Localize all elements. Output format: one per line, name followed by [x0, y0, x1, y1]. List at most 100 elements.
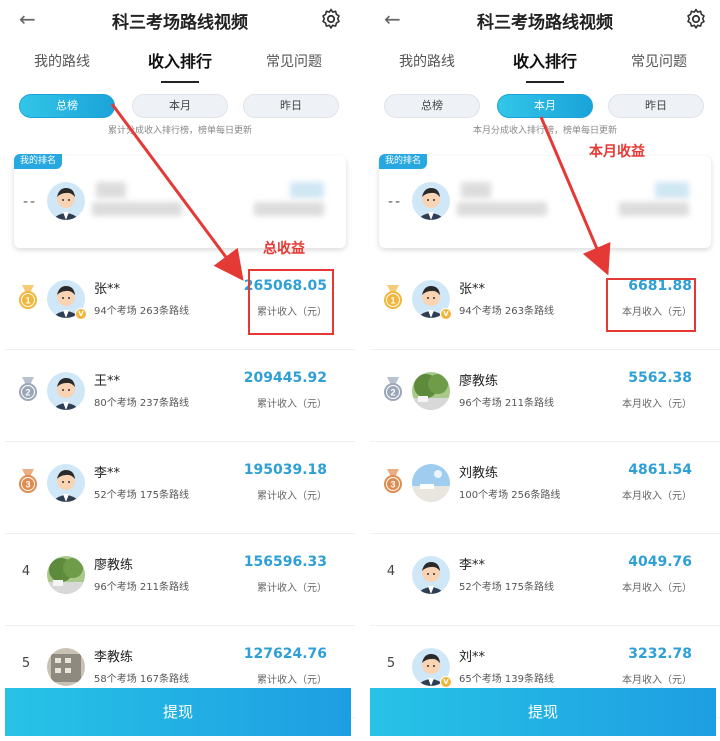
- user-avatar: [412, 464, 450, 502]
- filter-total-button[interactable]: 总榜: [19, 94, 115, 118]
- user-stats: 94个考场 263条路线: [94, 306, 189, 317]
- ranking-row[interactable]: 3 李** 52个考场 175条路线 195039.18 累计收入（元）: [5, 442, 355, 534]
- blurred-amount: [290, 182, 324, 198]
- bronze-medal-icon: 3: [17, 469, 39, 495]
- income-label: 累计收入（元）: [257, 583, 327, 594]
- tab-bar: 我的路线 收入排行 常见问题: [370, 48, 720, 84]
- income-label: 本月收入（元）: [622, 675, 692, 686]
- user-name: 李**: [459, 558, 486, 573]
- silver-medal-icon: 2: [382, 377, 404, 403]
- svg-text:1: 1: [390, 296, 395, 306]
- user-name: 王**: [94, 374, 121, 389]
- user-stats: 96个考场 211条路线: [459, 398, 554, 409]
- user-name: 张**: [94, 282, 121, 297]
- annotation-box-right: [606, 278, 696, 332]
- rank-number: 4: [21, 564, 31, 579]
- user-name: 李**: [94, 466, 121, 481]
- tab-faq[interactable]: 常见问题: [614, 48, 704, 76]
- user-name: 刘教练: [459, 466, 499, 481]
- tab-income-ranking[interactable]: 收入排行: [500, 48, 590, 83]
- user-name: 刘**: [459, 650, 486, 665]
- user-name: 廖教练: [94, 558, 134, 573]
- ranking-row[interactable]: 2 廖教练 96个考场 211条路线 5562.38 本月收入（元）: [370, 350, 720, 442]
- verified-badge-icon: V: [440, 308, 452, 320]
- svg-text:2: 2: [390, 388, 395, 398]
- income-label: 本月收入（元）: [622, 583, 692, 594]
- verified-badge-icon: V: [75, 308, 87, 320]
- svg-text:3: 3: [25, 480, 30, 490]
- withdraw-button[interactable]: 提现: [370, 688, 716, 736]
- top-bar: ← 科三考场路线视频: [370, 0, 720, 40]
- bronze-medal-icon: 3: [382, 469, 404, 495]
- my-rank-badge: 我的排名: [14, 154, 63, 169]
- rank-number: 5: [21, 656, 31, 671]
- rank-number: 5: [386, 656, 396, 671]
- user-name: 李教练: [94, 650, 134, 665]
- filter-yesterday-button[interactable]: 昨日: [243, 94, 339, 118]
- my-rank-card: 我的排名 --: [14, 154, 346, 248]
- my-rank-badge: 我的排名: [379, 154, 428, 169]
- user-stats: 94个考场 263条路线: [459, 306, 554, 317]
- user-avatar: [412, 556, 450, 594]
- income-label: 累计收入（元）: [257, 491, 327, 502]
- income-label: 本月收入（元）: [622, 399, 692, 410]
- gold-medal-icon: 1: [17, 285, 39, 311]
- user-stats: 65个考场 139条路线: [459, 674, 554, 685]
- user-stats: 80个考场 237条路线: [94, 398, 189, 409]
- gear-icon[interactable]: [684, 7, 708, 31]
- user-avatar: [47, 464, 85, 502]
- verified-badge-icon: V: [440, 676, 452, 688]
- ranking-row[interactable]: 4 李** 52个考场 175条路线 4049.76 本月收入（元）: [370, 534, 720, 626]
- tab-bar: 我的路线 收入排行 常见问题: [5, 48, 355, 84]
- income-amount: 195039.18: [243, 462, 327, 478]
- income-amount: 127624.76: [243, 646, 327, 662]
- tab-my-routes[interactable]: 我的路线: [382, 48, 472, 76]
- blurred-label: [619, 202, 689, 216]
- blurred-name: [96, 182, 126, 198]
- user-name: 张**: [459, 282, 486, 297]
- income-amount: 5562.38: [628, 370, 692, 386]
- top-bar: ← 科三考场路线视频: [5, 0, 355, 40]
- gear-icon[interactable]: [319, 7, 343, 31]
- gold-medal-icon: 1: [382, 285, 404, 311]
- income-amount: 4861.54: [628, 462, 692, 478]
- tab-faq[interactable]: 常见问题: [249, 48, 339, 76]
- income-amount: 156596.33: [243, 554, 327, 570]
- user-name: 廖教练: [459, 374, 499, 389]
- filter-month-button[interactable]: 本月: [132, 94, 228, 118]
- my-rank-card: 我的排名 --: [379, 154, 711, 248]
- period-filter: 总榜 本月 昨日: [370, 94, 720, 118]
- panel-monthly: ← 科三考场路线视频我的路线 收入排行 常见问题总榜 本月 昨日本月分成收入排行榜，榜单每…: [370, 0, 720, 741]
- my-rank-value: --: [388, 194, 403, 210]
- blurred-name: [461, 182, 491, 198]
- blurred-amount: [655, 182, 689, 198]
- blurred-info: [457, 202, 547, 216]
- annotation-label-right: 本月收益: [589, 144, 645, 160]
- ranking-note: 本月分成收入排行榜，榜单每日更新: [472, 126, 617, 136]
- page-title: 科三考场路线视频: [112, 13, 248, 33]
- user-stats: 52个考场 175条路线: [94, 490, 189, 501]
- tab-my-routes[interactable]: 我的路线: [17, 48, 107, 76]
- income-amount: 3232.78: [628, 646, 692, 662]
- user-avatar: [412, 372, 450, 410]
- ranking-note: 累计分成收入排行榜，榜单每日更新: [107, 126, 252, 136]
- income-amount: 4049.76: [628, 554, 692, 570]
- user-avatar: [47, 648, 85, 686]
- filter-month-button[interactable]: 本月: [497, 94, 593, 118]
- user-stats: 52个考场 175条路线: [459, 582, 554, 593]
- ranking-row[interactable]: 2 王** 80个考场 237条路线 209445.92 累计收入（元）: [5, 350, 355, 442]
- filter-total-button[interactable]: 总榜: [384, 94, 480, 118]
- blurred-label: [254, 202, 324, 216]
- tab-income-ranking[interactable]: 收入排行: [135, 48, 225, 83]
- ranking-row[interactable]: 4 廖教练 96个考场 211条路线 156596.33 累计收入（元）: [5, 534, 355, 626]
- withdraw-button[interactable]: 提现: [5, 688, 351, 736]
- svg-text:2: 2: [25, 388, 30, 398]
- page-title: 科三考场路线视频: [477, 13, 613, 33]
- user-stats: 100个考场 256条路线: [459, 490, 561, 501]
- rank-number: 4: [386, 564, 396, 579]
- ranking-row[interactable]: 3 刘教练 100个考场 256条路线 4861.54 本月收入（元）: [370, 442, 720, 534]
- my-avatar: [47, 182, 85, 220]
- income-label: 本月收入（元）: [622, 491, 692, 502]
- filter-yesterday-button[interactable]: 昨日: [608, 94, 704, 118]
- blurred-info: [92, 202, 182, 216]
